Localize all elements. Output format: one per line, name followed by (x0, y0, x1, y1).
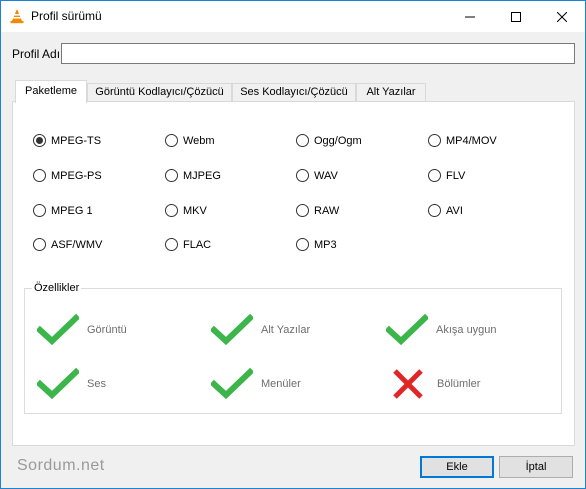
radio-asf-wmv[interactable]: ASF/WMV (33, 238, 102, 251)
radio-circle (33, 134, 46, 147)
tab-label: Alt Yazılar (366, 86, 416, 98)
tab-video-codec[interactable]: Görüntü Kodlayıcı/Çözücü (87, 83, 232, 102)
radio-label: MJPEG (183, 169, 221, 182)
feature-menus: Menüler (211, 368, 301, 400)
radio-label: ASF/WMV (51, 238, 103, 251)
window-title: Profil sürümü (31, 9, 102, 23)
radio-label: MP4/MOV (446, 134, 497, 147)
radio-circle (33, 238, 46, 251)
vlc-cone-icon (10, 9, 24, 24)
radio-circle (33, 169, 46, 182)
radio-flac[interactable]: FLAC (165, 238, 211, 251)
title-bar[interactable]: Profil sürümü (1, 1, 585, 32)
watermark: Sordum.net (17, 457, 105, 474)
radio-circle (165, 169, 178, 182)
radio-label: MPEG-TS (51, 134, 102, 147)
radio-circle (428, 169, 441, 182)
feature-label: Ses (87, 378, 106, 390)
feature-label: Akışa uygun (436, 324, 497, 336)
feature-streamable: Akışa uygun (386, 314, 497, 346)
feature-subtitles: Alt Yazılar (211, 314, 310, 346)
cross-icon (393, 369, 423, 399)
profile-edition-window: Profil sürümü Profil Adı Paketleme Görün… (0, 0, 586, 489)
check-icon (37, 368, 79, 400)
feature-label: Görüntü (87, 324, 127, 336)
feature-chapters: Bölümler (391, 368, 480, 400)
feature-video: Görüntü (37, 314, 127, 346)
feature-label: Bölümler (437, 378, 481, 390)
minimize-icon (465, 16, 475, 17)
radio-avi[interactable]: AVI (428, 204, 463, 217)
radio-circle (296, 204, 309, 217)
radio-label: MKV (183, 204, 207, 217)
radio-mkv[interactable]: MKV (165, 204, 207, 217)
radio-raw[interactable]: RAW (296, 204, 339, 217)
feature-label: Alt Yazılar (261, 324, 311, 336)
radio-circle (428, 204, 441, 217)
radio-wav[interactable]: WAV (296, 169, 338, 182)
radio-circle (165, 204, 178, 217)
radio-label: AVI (446, 204, 463, 217)
tab-audio-codec[interactable]: Ses Kodlayıcı/Çözücü (232, 83, 356, 102)
radio-label: WAV (314, 169, 338, 182)
radio-mpeg-ps[interactable]: MPEG-PS (33, 169, 102, 182)
radio-circle (428, 134, 441, 147)
minimize-button[interactable] (447, 1, 493, 32)
tab-label: Ses Kodlayıcı/Çözücü (240, 86, 348, 98)
cancel-button[interactable]: İptal (499, 456, 573, 478)
feature-label: Menüler (261, 378, 301, 390)
profile-name-label: Profil Adı (12, 47, 61, 61)
radio-label: RAW (314, 204, 340, 217)
radio-mpeg-ts[interactable]: MPEG-TS (33, 134, 101, 147)
radio-label: Webm (183, 134, 215, 147)
radio-circle (296, 238, 309, 251)
radio-circle (33, 204, 46, 217)
radio-label: MP3 (314, 238, 337, 251)
radio-mjpeg[interactable]: MJPEG (165, 169, 221, 182)
check-icon (37, 314, 79, 346)
radio-circle (165, 238, 178, 251)
radio-mp4-mov[interactable]: MP4/MOV (428, 134, 497, 147)
radio-circle (296, 169, 309, 182)
radio-mp3[interactable]: MP3 (296, 238, 337, 251)
close-button[interactable] (539, 1, 585, 32)
feature-audio: Ses (37, 368, 106, 400)
radio-label: MPEG-PS (51, 169, 102, 182)
maximize-icon (511, 11, 521, 22)
radio-mpeg-1[interactable]: MPEG 1 (33, 204, 93, 217)
maximize-button[interactable] (493, 1, 539, 32)
radio-label: FLAC (183, 238, 212, 251)
radio-label: Ogg/Ogm (314, 134, 362, 147)
radio-circle (296, 134, 309, 147)
radio-circle (165, 134, 178, 147)
radio-flv[interactable]: FLV (428, 169, 465, 182)
tab-subtitles[interactable]: Alt Yazılar (356, 83, 426, 102)
close-icon (557, 11, 567, 22)
tab-label: Paketleme (25, 85, 77, 97)
radio-webm[interactable]: Webm (165, 134, 215, 147)
radio-ogg-ogm[interactable]: Ogg/Ogm (296, 134, 362, 147)
check-icon (386, 314, 428, 346)
tab-encapsulation[interactable]: Paketleme (15, 80, 87, 103)
profile-name-input[interactable] (61, 43, 575, 64)
check-icon (211, 314, 253, 346)
radio-selected-dot (36, 137, 43, 144)
features-title: Özellikler (32, 282, 82, 294)
add-button[interactable]: Ekle (420, 456, 494, 478)
radio-label: FLV (446, 169, 466, 182)
tab-label: Görüntü Kodlayıcı/Çözücü (95, 86, 224, 98)
radio-label: MPEG 1 (51, 204, 93, 217)
check-icon (211, 368, 253, 400)
